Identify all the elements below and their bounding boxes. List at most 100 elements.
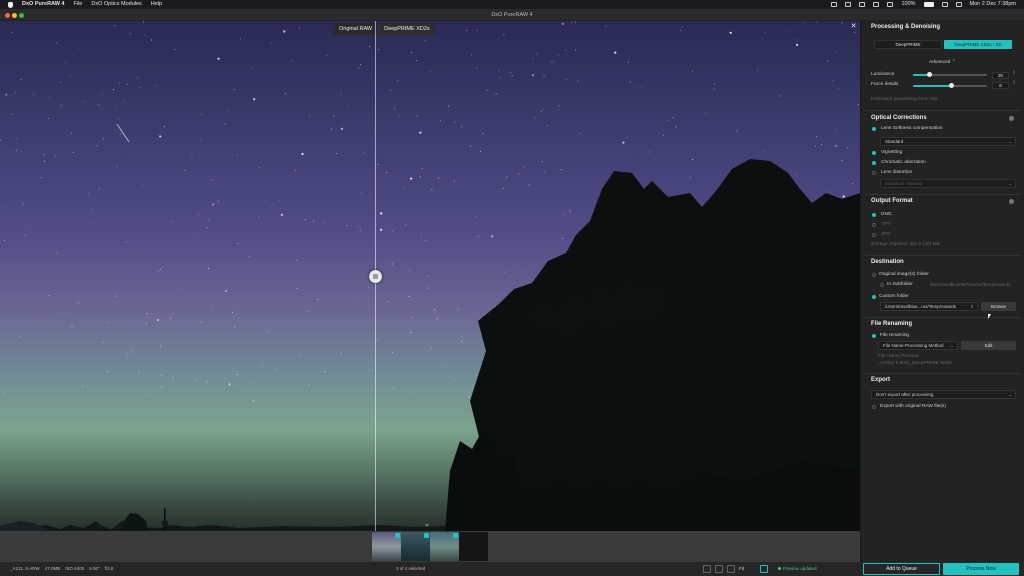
check-icon[interactable] — [453, 533, 458, 538]
chevron-down-icon: ⌄ — [1008, 139, 1012, 144]
advanced-toggle[interactable]: Advanced ⌃ — [929, 60, 956, 65]
divider — [865, 110, 1021, 111]
luminance-slider[interactable] — [913, 72, 987, 77]
status-icon[interactable] — [859, 2, 866, 7]
toggle-icon[interactable] — [1009, 199, 1014, 204]
force-details-slider-fill — [913, 85, 952, 87]
check-icon[interactable] — [395, 533, 400, 538]
file-size: 47.0MB — [44, 566, 61, 571]
jpg-toggle[interactable] — [872, 233, 876, 237]
dng-toggle[interactable] — [872, 213, 876, 217]
export-raw-checkbox[interactable] — [872, 405, 876, 409]
custom-folder-label: Custom folder — [879, 294, 909, 299]
add-to-queue-button[interactable]: Add to Queue — [863, 563, 940, 575]
deepprime-xd-button-label: DeepPRIME XD2s / XD — [954, 42, 1002, 47]
check-icon[interactable] — [424, 533, 429, 538]
deepprime-button[interactable]: DeepPRIME — [874, 40, 942, 49]
processing-title: Processing & Denoising — [871, 24, 941, 30]
export-mode-select[interactable]: Don't export after processing ⌄ — [871, 390, 1016, 399]
deepprime-xd-button[interactable]: DeepPRIME XD2s / XD — [944, 40, 1012, 49]
rename-pattern-select[interactable]: File Name-Processing Method ⌄ — [878, 341, 958, 350]
edit-button[interactable]: Edit — [961, 341, 1016, 350]
stepper-icon[interactable]: ⇕ — [1012, 71, 1016, 76]
status-bar: _A131..6.ARW 47.0MB ISO 6400 5.00" f/2.8… — [0, 562, 1024, 576]
image-viewer[interactable]: Original RAW DeepPRIME XD2s ✕ ⌄ — [0, 21, 860, 531]
thumbnail-empty[interactable] — [459, 532, 488, 561]
file-name: _A131..6.ARW — [10, 566, 40, 571]
original-folder-radio[interactable] — [872, 273, 876, 277]
close-icon[interactable]: ✕ — [849, 22, 858, 31]
menu-app-name[interactable]: DxO PureRAW 4 — [22, 0, 64, 9]
window-title-bar: DxO PureRAW 4 — [0, 9, 1024, 21]
fullscreen-icon[interactable] — [715, 565, 723, 573]
distortion-toggle[interactable] — [872, 171, 876, 175]
menu-file[interactable]: File — [73, 0, 82, 9]
lens-softness-label: Lens Softness compensation — [881, 126, 943, 131]
menu-dxo-optics-modules[interactable]: DxO Optics Modules — [91, 0, 141, 9]
toggle-icon[interactable] — [1009, 116, 1014, 121]
file-name-preview-value: _A7311-6.DxO_DeepPRIME XD2s — [878, 361, 952, 366]
stepper-icon: ⇕ — [970, 304, 974, 309]
status-icon[interactable] — [831, 2, 838, 7]
split-handle[interactable] — [369, 270, 382, 283]
force-details-label: Force details — [871, 82, 899, 87]
luminance-value[interactable]: 30 — [992, 72, 1009, 79]
force-details-value[interactable]: 8 — [992, 82, 1009, 89]
jpg-label: JPG — [881, 232, 891, 237]
lens-softness-select[interactable]: Standard ⌄ — [880, 137, 1016, 146]
thumbnail[interactable] — [430, 532, 459, 561]
status-icon[interactable] — [845, 2, 852, 7]
subfolder-path[interactable]: /sers/ravelblue09/Pictures/Temp/Awards — [925, 280, 1016, 289]
process-now-button[interactable]: Process Now — [943, 563, 1019, 575]
status-icon[interactable] — [887, 2, 894, 7]
deepprime-label[interactable]: DeepPRIME XD2s — [379, 23, 435, 35]
luminance-slider-knob[interactable] — [926, 72, 932, 77]
battery-percent: 100% — [901, 1, 916, 7]
chevron-down-icon: ⌄ — [950, 343, 954, 348]
vignetting-toggle[interactable] — [872, 151, 876, 155]
chevron-down-icon: ⌄ — [1008, 181, 1012, 186]
stepper-icon[interactable]: ⇕ — [1012, 81, 1016, 86]
in-subfolder-checkbox[interactable] — [880, 283, 884, 287]
clock[interactable]: Mon 2 Dec 7:38pm — [970, 0, 1016, 9]
zoom-select[interactable]: Fit — [739, 565, 744, 573]
deepprime-button-label: DeepPRIME — [895, 42, 921, 47]
chevron-down-icon[interactable]: ⌄ — [424, 520, 430, 528]
menu-help[interactable]: Help — [151, 0, 162, 9]
browse-button[interactable]: Browse — [981, 302, 1016, 311]
thumbnail[interactable] — [401, 532, 430, 561]
file-renaming-toggle[interactable] — [872, 334, 876, 338]
distortion-select[interactable]: Maximum retained ⌄ — [880, 179, 1016, 188]
status-icon[interactable] — [873, 2, 880, 7]
settings-panel: Processing & Denoising DeepPRIME DeepPRI… — [860, 21, 1024, 562]
original-raw-label[interactable]: Original RAW — [334, 23, 378, 35]
apple-menu-icon[interactable] — [8, 1, 13, 8]
in-subfolder-label: In Subfolder — [887, 282, 913, 287]
force-details-slider[interactable] — [913, 83, 987, 88]
tiff-toggle[interactable] — [872, 223, 876, 227]
lens-softness-toggle[interactable] — [872, 127, 876, 131]
divider — [865, 194, 1021, 195]
chromatic-toggle[interactable] — [872, 161, 876, 165]
divider — [865, 373, 1021, 374]
force-details-slider-knob[interactable] — [948, 83, 954, 88]
grid-icon[interactable] — [727, 565, 735, 573]
split-view-icon[interactable] — [760, 565, 768, 573]
compare-icon[interactable] — [703, 565, 711, 573]
mouse-cursor — [988, 314, 991, 319]
vignetting-label: Vignetting — [881, 150, 903, 155]
wifi-icon[interactable] — [941, 2, 948, 7]
custom-folder-path[interactable]: /Users/ravelblue...ros/Temp/Awards ⇕ — [880, 302, 978, 311]
divider — [865, 255, 1021, 256]
selection-count: 3 of 4 selected — [396, 566, 426, 571]
iso: ISO 6400 — [65, 566, 85, 571]
thumbnail[interactable] — [372, 532, 401, 561]
export-title: Export — [871, 377, 891, 383]
filmstrip — [0, 531, 860, 562]
battery-icon[interactable] — [923, 2, 934, 7]
search-icon[interactable] — [955, 2, 962, 7]
original-folder-label: Original image(s) folder — [879, 272, 929, 277]
preview-status: Preview updated — [778, 562, 817, 576]
custom-folder-radio[interactable] — [872, 295, 876, 299]
luminance-label: Luminance — [871, 72, 895, 77]
